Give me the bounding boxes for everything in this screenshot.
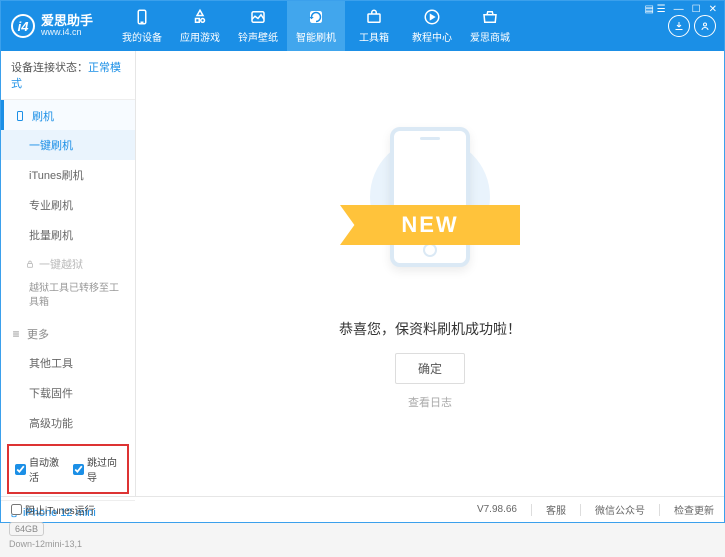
nav-label: 我的设备	[122, 29, 162, 44]
sidebar-item-oneclick[interactable]: 一键刷机	[1, 130, 135, 160]
nav-ringtones[interactable]: 铃声壁纸	[229, 1, 287, 51]
nav-label: 教程中心	[412, 29, 452, 44]
checkbox-skip-guide[interactable]: 跳过向导	[73, 454, 121, 484]
menu-icon[interactable]: ▤ ☰	[644, 4, 665, 15]
checkbox-auto-activate[interactable]: 自动激活	[15, 454, 63, 484]
logo-icon: i4	[11, 14, 35, 38]
phone-icon	[133, 8, 151, 26]
window-control-group: ▤ ☰ — ☐ ✕	[644, 4, 717, 15]
checkbox-block-itunes[interactable]: 阻止iTunes运行	[11, 502, 95, 517]
wechat-link[interactable]: 微信公众号	[595, 502, 645, 517]
connection-status: 设备连接状态：正常模式	[1, 51, 135, 100]
nav-smart-flash[interactable]: 智能刷机	[287, 1, 345, 51]
close-icon[interactable]: ✕	[709, 4, 717, 15]
top-nav: 我的设备 应用游戏 铃声壁纸 智能刷机 工具箱 教程中心	[113, 1, 519, 51]
lock-icon	[25, 259, 35, 269]
service-link[interactable]: 客服	[546, 502, 566, 517]
toolbox-icon	[365, 8, 383, 26]
storage-badge: 64GB	[9, 522, 44, 536]
download-button[interactable]	[668, 15, 690, 37]
minimize-icon[interactable]: —	[674, 4, 684, 15]
nav-label: 工具箱	[359, 29, 389, 44]
item-label: 专业刷机	[29, 200, 73, 212]
sidebar-item-pro[interactable]: 专业刷机	[1, 190, 135, 220]
separator	[659, 504, 660, 516]
cb-label: 自动激活	[29, 454, 63, 484]
conn-label: 设备连接状态：	[11, 62, 88, 74]
checkbox-highlight-box: 自动激活 跳过向导	[7, 444, 129, 494]
header-buttons	[668, 15, 716, 37]
ok-button[interactable]: 确定	[395, 353, 465, 384]
item-label: 一键刷机	[29, 140, 73, 152]
image-icon	[249, 8, 267, 26]
sidebar-section-flash[interactable]: 刷机	[1, 100, 135, 130]
nav-label: 爱思商城	[470, 29, 510, 44]
phone-small-icon	[14, 110, 26, 122]
app-name: 爱思助手	[41, 14, 93, 28]
account-button[interactable]	[694, 15, 716, 37]
success-illustration: NEW	[330, 127, 530, 307]
item-label: 高级功能	[29, 418, 73, 430]
footer-right: V7.98.66 客服 微信公众号 检查更新	[477, 502, 714, 517]
store-icon	[481, 8, 499, 26]
play-icon	[423, 8, 441, 26]
sidebar-item-itunes[interactable]: iTunes刷机	[1, 160, 135, 190]
statusbar: 阻止iTunes运行 V7.98.66 客服 微信公众号 检查更新	[1, 496, 724, 522]
sidebar-item-firmware[interactable]: 下载固件	[1, 378, 135, 408]
sidebar: 设备连接状态：正常模式 刷机 一键刷机 iTunes刷机 专业刷机 批量刷机 一…	[1, 51, 136, 496]
section-label: 一键越狱	[39, 256, 83, 272]
nav-toolbox[interactable]: 工具箱	[345, 1, 403, 51]
refresh-icon	[307, 8, 325, 26]
checkbox-input[interactable]	[73, 464, 84, 475]
version-label: V7.98.66	[477, 504, 517, 515]
view-log-link[interactable]: 查看日志	[408, 394, 452, 410]
titlebar: i4 爱思助手 www.i4.cn 我的设备 应用游戏 铃声壁纸 智能刷机	[1, 1, 724, 51]
section-label: 刷机	[32, 108, 54, 124]
item-label: iTunes刷机	[29, 170, 84, 182]
jailbreak-note: 越狱工具已转移至工具箱	[1, 278, 135, 318]
body: 设备连接状态：正常模式 刷机 一键刷机 iTunes刷机 专业刷机 批量刷机 一…	[1, 51, 724, 496]
checkbox-input[interactable]	[11, 504, 22, 515]
item-label: 下载固件	[29, 388, 73, 400]
nav-label: 智能刷机	[296, 29, 336, 44]
sidebar-item-batch[interactable]: 批量刷机	[1, 220, 135, 250]
app-logo: i4 爱思助手 www.i4.cn	[9, 14, 93, 38]
footer-left: 阻止iTunes运行	[11, 502, 95, 517]
maximize-icon[interactable]: ☐	[692, 4, 701, 15]
separator	[580, 504, 581, 516]
success-message: 恭喜您，保资料刷机成功啦！	[339, 319, 521, 339]
download-icon	[673, 20, 685, 32]
nav-label: 铃声壁纸	[238, 29, 278, 44]
main-content: NEW 恭喜您，保资料刷机成功啦！ 确定 查看日志	[136, 51, 724, 496]
nav-store[interactable]: 爱思商城	[461, 1, 519, 51]
device-subtext: Down-12mini-13,1	[9, 539, 127, 549]
sidebar-item-advanced[interactable]: 高级功能	[1, 408, 135, 438]
sidebar-item-other[interactable]: 其他工具	[1, 348, 135, 378]
new-ribbon: NEW	[340, 205, 520, 245]
cb-label: 阻止iTunes运行	[25, 502, 95, 517]
sidebar-section-more[interactable]: 更多	[1, 318, 135, 348]
apps-icon	[191, 8, 209, 26]
nav-apps[interactable]: 应用游戏	[171, 1, 229, 51]
app-window: ▤ ☰ — ☐ ✕ i4 爱思助手 www.i4.cn 我的设备 应用游戏 铃声…	[0, 0, 725, 523]
nav-label: 应用游戏	[180, 29, 220, 44]
checkbox-input[interactable]	[15, 464, 26, 475]
nav-my-device[interactable]: 我的设备	[113, 1, 171, 51]
app-site: www.i4.cn	[41, 28, 93, 38]
nav-tutorials[interactable]: 教程中心	[403, 1, 461, 51]
update-link[interactable]: 检查更新	[674, 502, 714, 517]
item-label: 其他工具	[29, 358, 73, 370]
list-icon	[11, 329, 21, 339]
user-icon	[699, 20, 711, 32]
phone-graphic	[390, 127, 470, 267]
cb-label: 跳过向导	[87, 454, 121, 484]
separator	[531, 504, 532, 516]
sidebar-section-jailbreak: 一键越狱	[1, 250, 135, 278]
item-label: 批量刷机	[29, 230, 73, 242]
section-label: 更多	[27, 326, 49, 342]
